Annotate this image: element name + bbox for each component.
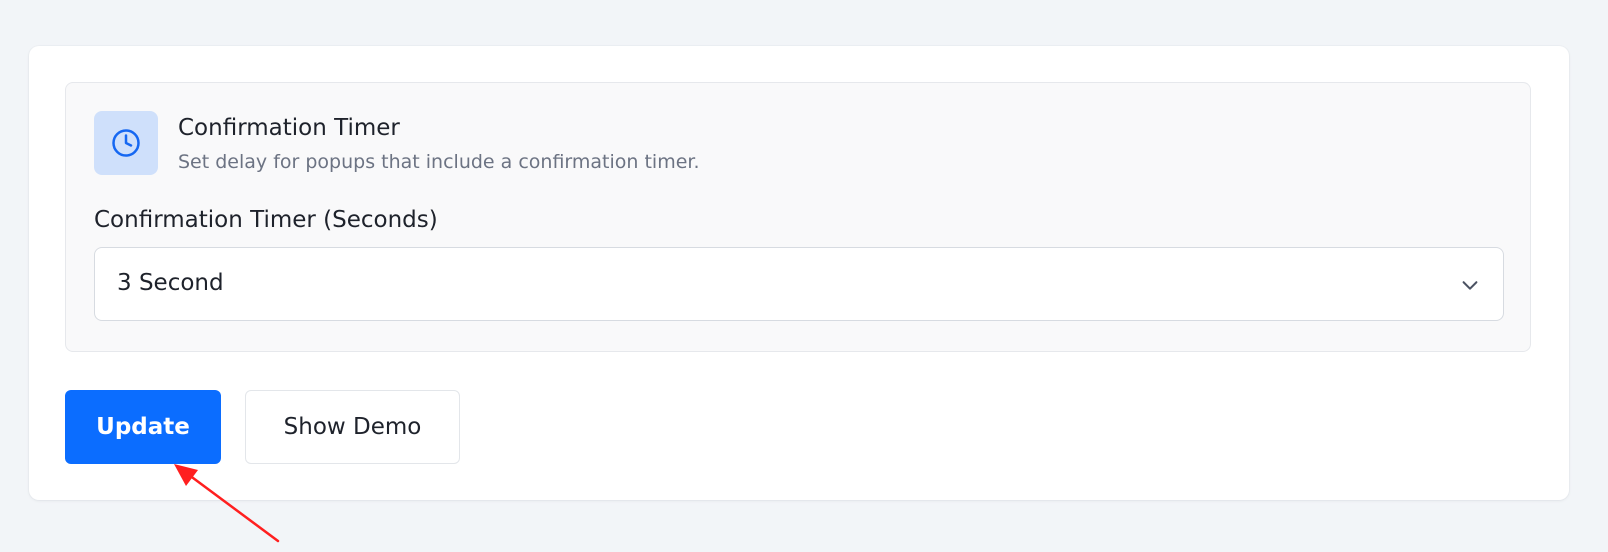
settings-card: Confirmation Timer Set delay for popups … <box>29 46 1569 500</box>
section-title: Confirmation Timer <box>178 115 400 141</box>
clock-icon <box>112 129 140 157</box>
clock-icon-container <box>94 111 158 175</box>
timer-field-label: Confirmation Timer (Seconds) <box>94 207 438 233</box>
update-button[interactable]: Update <box>65 390 221 464</box>
show-demo-button[interactable]: Show Demo <box>245 390 460 464</box>
confirmation-timer-section: Confirmation Timer Set delay for popups … <box>65 82 1531 352</box>
timer-select-value: 3 Second <box>117 270 224 296</box>
section-description: Set delay for popups that include a conf… <box>178 151 700 173</box>
timer-select[interactable]: 3 Second <box>94 247 1504 321</box>
chevron-down-icon <box>1462 281 1478 290</box>
